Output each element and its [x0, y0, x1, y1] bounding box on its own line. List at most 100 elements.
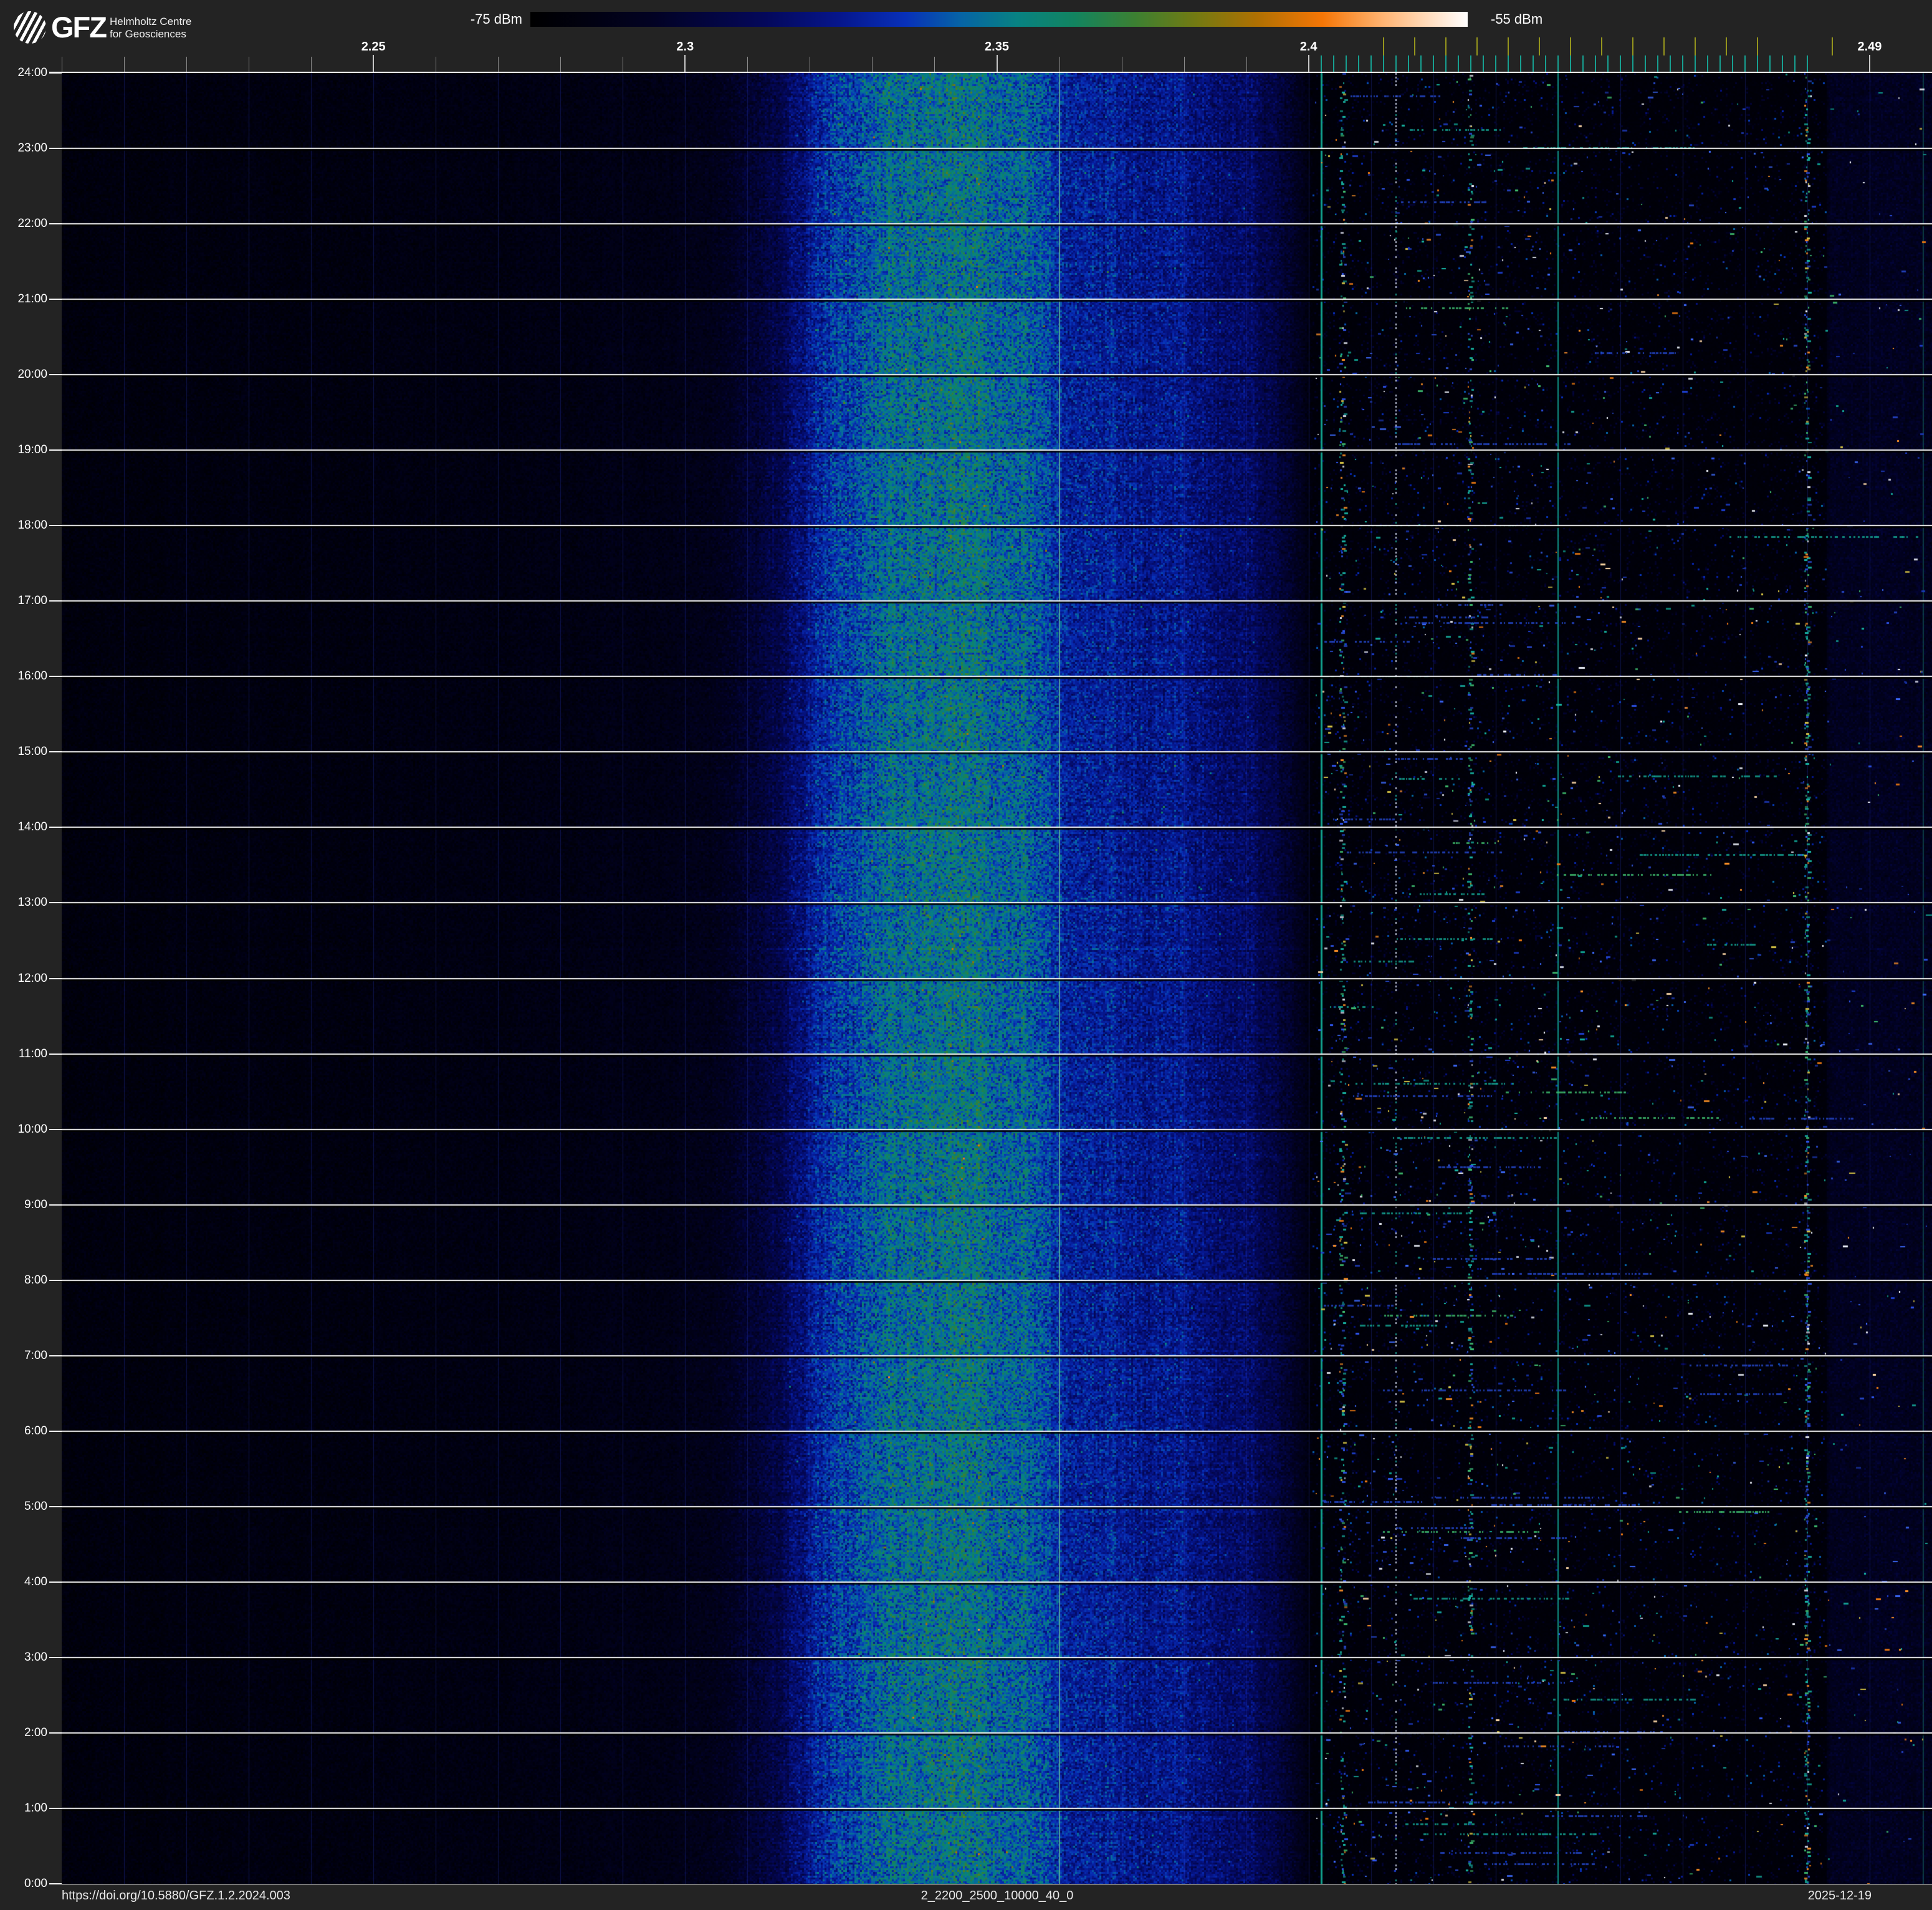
freq-minor-tick [1184, 57, 1185, 73]
time-axis-label: 5:00 [24, 1500, 47, 1513]
time-axis-tick [49, 1129, 62, 1130]
freq-axis-label: 2.35 [985, 40, 1009, 54]
ble-channel-tick [1807, 55, 1808, 73]
time-axis-label: 17:00 [17, 594, 47, 607]
time-axis-label: 10:00 [17, 1123, 47, 1136]
time-axis-tick [49, 299, 62, 300]
time-axis-tick [49, 600, 62, 602]
time-axis-tick [49, 1808, 62, 1809]
ble-channel-tick [1470, 55, 1471, 73]
time-axis-label: 21:00 [17, 292, 47, 305]
time-axis-label: 9:00 [24, 1198, 47, 1211]
ble-channel-tick [1545, 55, 1546, 73]
colorbar-gradient [530, 12, 1468, 27]
wifi-channel-tick [1383, 37, 1384, 55]
ble-channel-tick [1782, 55, 1783, 73]
time-axis-label: 2:00 [24, 1726, 47, 1739]
time-axis-label: 15:00 [17, 745, 47, 758]
ble-channel-tick [1383, 55, 1384, 73]
ble-channel-tick [1632, 55, 1633, 73]
time-axis-label: 0:00 [24, 1877, 47, 1890]
logo-subtitle-line1: Helmholtz Centre [110, 16, 192, 27]
ble-channel-tick [1420, 55, 1422, 73]
time-axis-tick [49, 1581, 62, 1583]
ble-channel-tick [1495, 55, 1496, 73]
wifi-channel-tick [1476, 37, 1478, 55]
time-axis-tick [49, 525, 62, 526]
time-axis-tick [49, 1732, 62, 1734]
freq-major-tick [997, 55, 998, 73]
time-axis-tick [49, 148, 62, 149]
time-axis-label: 8:00 [24, 1274, 47, 1287]
wifi-channel-tick [1445, 37, 1447, 55]
colorbar-max-label: -55 dBm [1491, 11, 1543, 27]
ble-channel-tick [1744, 55, 1746, 73]
ble-channel-tick [1395, 55, 1397, 73]
ble-channel-tick [1557, 55, 1559, 73]
freq-axis-label: 2.49 [1857, 40, 1882, 54]
ble-channel-tick [1695, 55, 1696, 73]
wifi-channel-tick [1539, 37, 1540, 55]
freq-major-tick [1308, 55, 1309, 73]
time-axis-tick [49, 751, 62, 752]
colorbar-min-label: -75 dBm [470, 11, 522, 27]
footer-date: 2025-12-19 [1807, 1889, 1872, 1903]
ble-channel-tick [1607, 55, 1609, 73]
time-axis-label: 3:00 [24, 1651, 47, 1664]
footer-filename: 2_2200_2500_10000_40_0 [921, 1889, 1074, 1903]
logo-subtitle-line2: for Geosciences [110, 28, 186, 40]
ble-channel-tick [1445, 55, 1447, 73]
ble-channel-tick [1333, 55, 1334, 73]
wifi-channel-tick [1832, 37, 1833, 55]
time-axis-tick [49, 676, 62, 677]
time-axis-label: 19:00 [17, 443, 47, 456]
ble-channel-tick [1458, 55, 1459, 73]
logo-brand: GFZ [51, 11, 107, 44]
freq-major-tick [1869, 55, 1870, 73]
freq-minor-tick [498, 57, 499, 73]
time-axis-tick [49, 1657, 62, 1658]
time-axis-tick [49, 978, 62, 979]
freq-minor-tick [124, 57, 125, 73]
ble-channel-tick [1346, 55, 1347, 73]
wifi-channel-tick [1632, 37, 1633, 55]
time-axis-label: 6:00 [24, 1424, 47, 1437]
freq-minor-tick [1059, 57, 1060, 73]
freq-minor-tick [311, 57, 312, 73]
spectrogram-canvas [62, 73, 1932, 1884]
time-axis-label: 14:00 [17, 820, 47, 833]
ble-channel-tick [1358, 55, 1359, 73]
time-axis-label: 20:00 [17, 368, 47, 381]
time-axis-tick [49, 374, 62, 375]
ble-channel-tick [1645, 55, 1646, 73]
ble-channel-tick [1408, 55, 1409, 73]
time-axis-label: 1:00 [24, 1802, 47, 1815]
time-axis-label: 12:00 [17, 972, 47, 985]
ble-channel-tick [1794, 55, 1796, 73]
time-axis-label: 24:00 [17, 66, 47, 79]
freq-minor-tick [872, 57, 873, 73]
wifi-channel-tick [1757, 37, 1758, 55]
ble-channel-tick [1520, 55, 1521, 73]
time-axis-label: 18:00 [17, 519, 47, 532]
ble-channel-tick [1707, 55, 1708, 73]
freq-minor-tick [934, 57, 935, 73]
time-axis-label: 7:00 [24, 1349, 47, 1362]
ble-channel-tick [1719, 55, 1721, 73]
ble-channel-tick [1582, 55, 1584, 73]
ble-channel-tick [1732, 55, 1733, 73]
logo-subtitle: Helmholtz Centre for Geosciences [110, 16, 191, 41]
footer-doi-link: https://doi.org/10.5880/GFZ.1.2.2024.003 [62, 1889, 290, 1903]
time-axis-tick [49, 1355, 62, 1356]
time-axis-tick [49, 1053, 62, 1055]
ble-channel-tick [1433, 55, 1434, 73]
time-axis-tick [49, 449, 62, 451]
ble-channel-tick [1483, 55, 1484, 73]
time-axis-tick [49, 827, 62, 828]
time-axis-tick [49, 1506, 62, 1507]
ble-channel-tick [1321, 55, 1322, 73]
ble-channel-tick [1670, 55, 1671, 73]
wifi-channel-tick [1663, 37, 1665, 55]
ble-channel-tick [1657, 55, 1658, 73]
time-axis-label: 4:00 [24, 1575, 47, 1588]
